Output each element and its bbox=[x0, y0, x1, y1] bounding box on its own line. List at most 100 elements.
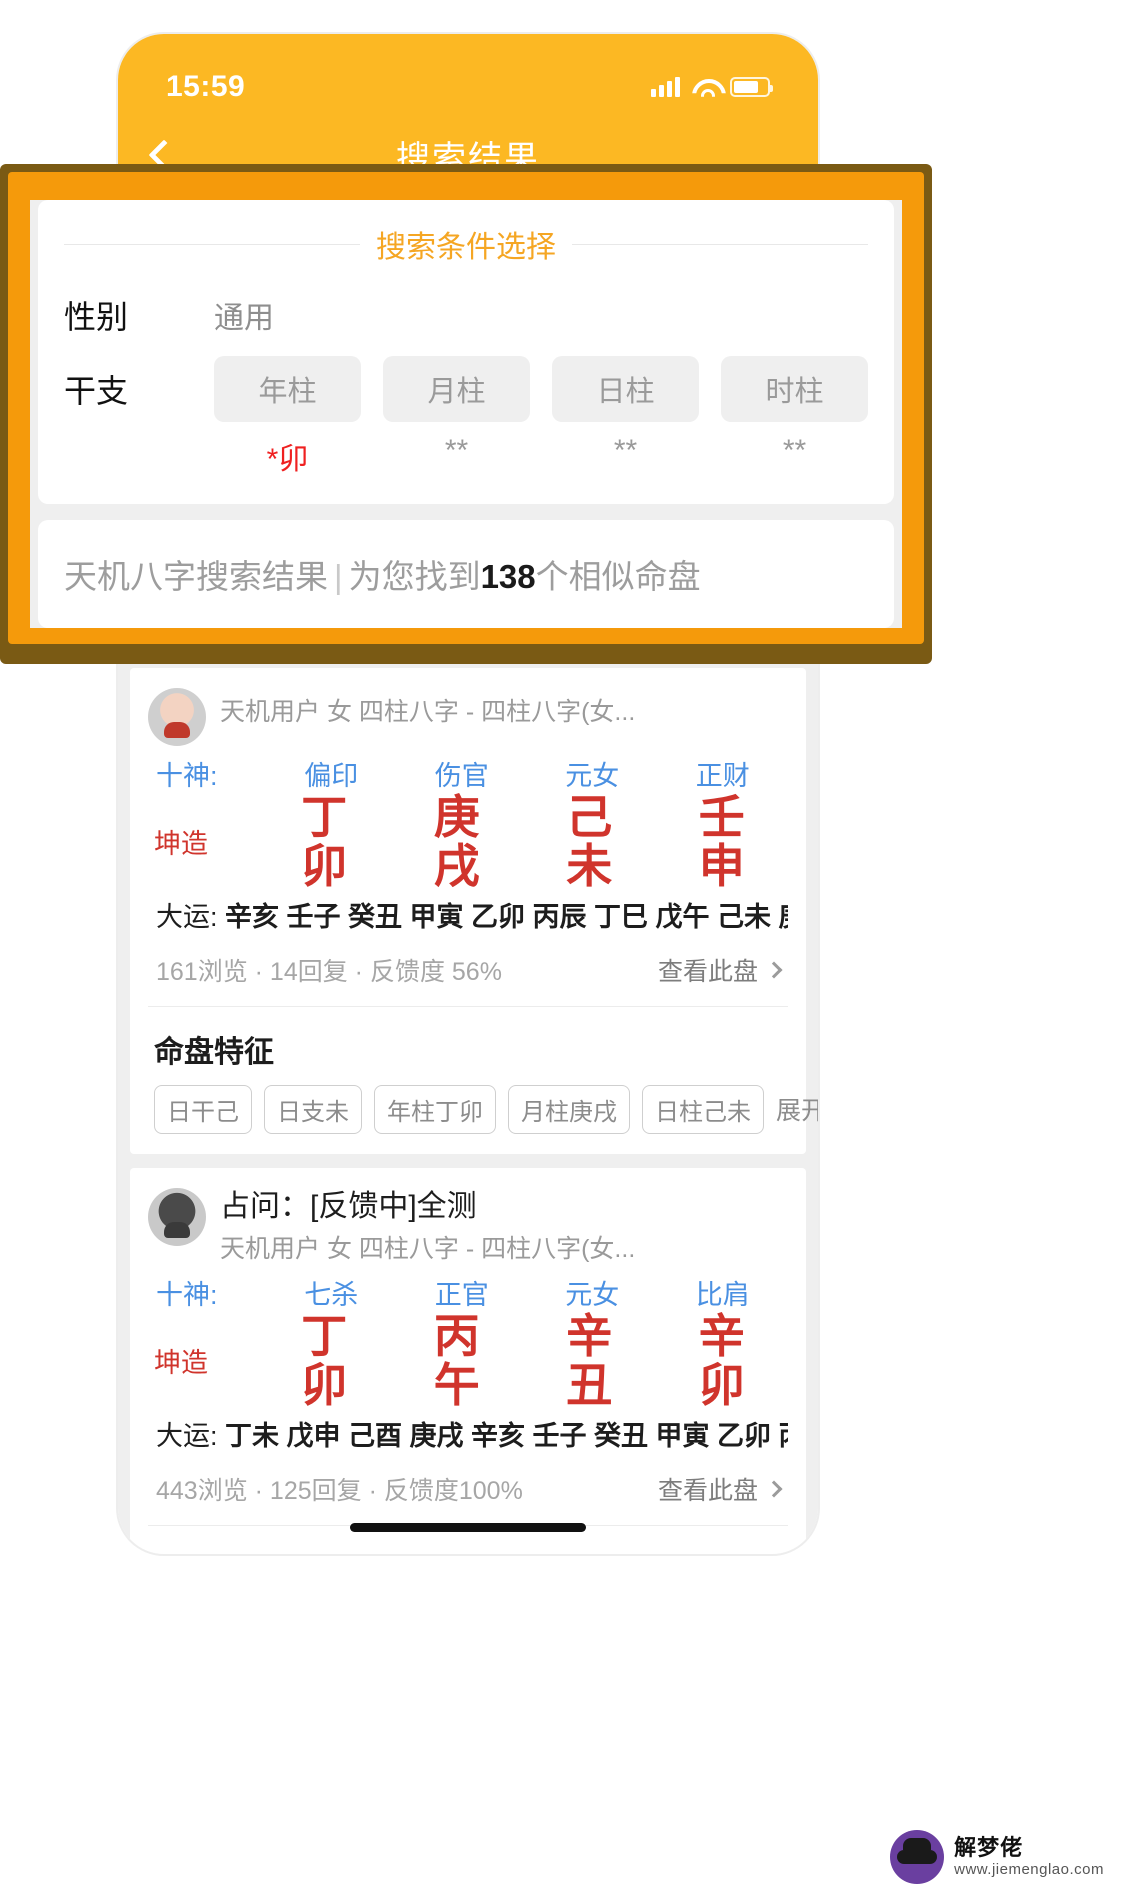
feature-tag[interactable]: 日支未 bbox=[264, 1084, 362, 1134]
features-tag-row: 日干己 日支未 年柱丁卯 月柱庚戌 日柱己未 展开 bbox=[148, 1084, 818, 1154]
search-condition-callout: 搜索条件选择 性别 通用 干支 年柱 月柱 日柱 时柱 *卯 ** ** ** … bbox=[8, 172, 924, 644]
expand-label: 展开 bbox=[776, 1097, 818, 1125]
ganzhi-row: 干支 年柱 月柱 日柱 时柱 bbox=[64, 356, 868, 422]
ganzhi-label: 干支 bbox=[64, 373, 129, 409]
search-condition-panel: 搜索条件选择 性别 通用 干支 年柱 月柱 日柱 时柱 *卯 ** ** ** bbox=[38, 200, 894, 504]
pillar-value-year[interactable]: *卯 bbox=[214, 434, 361, 478]
status-bar: 15:59 bbox=[118, 34, 818, 112]
expand-button[interactable]: 展开 bbox=[776, 1091, 818, 1127]
heavenly-stem: 辛 bbox=[566, 1310, 613, 1362]
pillar-type-label: 坤造 bbox=[154, 1348, 208, 1379]
heavenly-stem: 庚 bbox=[433, 791, 480, 843]
pillar-values-row: *卯 ** ** ** bbox=[64, 434, 868, 478]
condition-title: 搜索条件选择 bbox=[376, 231, 556, 264]
watermark: 解梦佬 www.jiemenglao.com bbox=[890, 1830, 1104, 1884]
feature-tag[interactable]: 年柱丁卯 bbox=[374, 1084, 496, 1134]
result-summary-text: 天机八字搜索结果 | 为您找到138个相似命盘 bbox=[64, 550, 868, 598]
gender-label: 性别 bbox=[64, 299, 129, 335]
card-header-texts: 占问：[反馈中]全测 天机用户 女 四柱八字 - 四柱八字(女... bbox=[220, 1188, 788, 1266]
card-stats: 161浏览 · 14回复 · 反馈度 56% bbox=[156, 957, 502, 986]
ten-god-cell: 正财 bbox=[695, 761, 750, 791]
ten-gods-label: 十神: bbox=[156, 1280, 218, 1310]
ten-god-cell: 元女 bbox=[565, 1280, 620, 1310]
pillar-column: 辛 丑 bbox=[523, 1312, 656, 1410]
features-title: 命盘特征 bbox=[154, 1035, 274, 1069]
chevron-right-icon bbox=[765, 961, 783, 978]
card-subtitle: 天机用户 女 四柱八字 - 四柱八字(女... bbox=[220, 1235, 636, 1263]
earthly-branch: 戌 bbox=[433, 839, 480, 892]
signal-bars-icon bbox=[651, 77, 680, 97]
ten-god-cell: 七杀 bbox=[304, 1280, 359, 1310]
dayun-label: 大运: bbox=[156, 901, 218, 932]
pillar-tab-hour[interactable]: 时柱 bbox=[721, 356, 868, 422]
ten-god-cell: 元女 bbox=[565, 761, 620, 791]
ten-gods-label: 十神: bbox=[156, 761, 218, 791]
home-indicator bbox=[350, 1523, 586, 1532]
heavenly-stem: 壬 bbox=[698, 791, 745, 843]
avatar bbox=[148, 688, 206, 746]
watermark-text: 解梦佬 www.jiemenglao.com bbox=[954, 1835, 1104, 1879]
screenshot-root: 15:59 搜索结果 天机用户 女 四柱八字 - 四柱八字(女... 十神: 偏… bbox=[0, 0, 1122, 1898]
watermark-logo-icon bbox=[890, 1830, 945, 1884]
ten-god-cell: 正官 bbox=[434, 1280, 489, 1310]
pillar-values-inner: *卯 ** ** ** bbox=[214, 434, 868, 478]
feature-tag[interactable]: 月柱庚戌 bbox=[508, 1084, 630, 1134]
ten-god-cell: 比肩 bbox=[695, 1280, 750, 1310]
heavenly-stem: 辛 bbox=[698, 1310, 745, 1362]
ten-gods-row: 十神: 偏印 伤官 元女 正财 bbox=[148, 754, 788, 793]
dayun-row: 大运: 辛亥 壬子 癸丑 甲寅 乙卯 丙辰 丁巳 戊午 己未 庚申 bbox=[148, 891, 788, 934]
card-header: 占问：[反馈中]全测 天机用户 女 四柱八字 - 四柱八字(女... bbox=[148, 1182, 788, 1270]
pillar-value-hour[interactable]: ** bbox=[721, 434, 868, 478]
earthly-branch: 丑 bbox=[566, 1358, 613, 1411]
wifi-icon bbox=[692, 77, 718, 97]
pillar-column: 丁 卯 bbox=[258, 793, 391, 891]
dayun-row: 大运: 丁未 戊申 己酉 庚戌 辛亥 壬子 癸丑 甲寅 乙卯 丙辰 bbox=[148, 1410, 788, 1453]
card-stats-row: 161浏览 · 14回复 · 反馈度 56% 查看此盘 bbox=[148, 936, 788, 1007]
feature-tag[interactable]: 日干己 bbox=[154, 1084, 252, 1134]
pillar-column: 丁 卯 bbox=[258, 1312, 391, 1410]
ten-god-cell: 偏印 bbox=[304, 761, 359, 791]
earthly-branch: 未 bbox=[566, 839, 613, 892]
chart-card[interactable]: 占问：[反馈中]全测 天机用户 女 四柱八字 - 四柱八字(女... 十神: 七… bbox=[130, 1167, 806, 1554]
pillar-tab-month[interactable]: 月柱 bbox=[383, 356, 530, 422]
pillar-tab-year[interactable]: 年柱 bbox=[214, 356, 361, 422]
earthly-branch: 申 bbox=[698, 839, 745, 892]
result-separator: | bbox=[334, 558, 343, 595]
ten-gods-row: 十神: 七杀 正官 元女 比肩 bbox=[148, 1273, 788, 1312]
ten-god-cell: 伤官 bbox=[434, 761, 489, 791]
view-chart-label: 查看此盘 bbox=[657, 1476, 758, 1505]
view-chart-button[interactable]: 查看此盘 bbox=[657, 1471, 783, 1507]
gender-row: 性别 通用 bbox=[64, 292, 868, 338]
card-header: 天机用户 女 四柱八字 - 四柱八字(女... bbox=[148, 682, 788, 750]
card-header-texts: 天机用户 女 四柱八字 - 四柱八字(女... bbox=[220, 688, 788, 728]
pillar-column: 辛 卯 bbox=[656, 1312, 789, 1410]
earthly-branch: 卯 bbox=[301, 839, 348, 892]
pillar-tab-day[interactable]: 日柱 bbox=[552, 356, 699, 422]
pillar-column: 丙 午 bbox=[391, 1312, 524, 1410]
heavenly-stem: 丙 bbox=[433, 1310, 480, 1362]
view-chart-label: 查看此盘 bbox=[657, 957, 758, 986]
status-icons bbox=[651, 77, 773, 97]
result-source: 天机八字搜索结果 bbox=[64, 558, 328, 595]
chart-card[interactable]: 天机用户 女 四柱八字 - 四柱八字(女... 十神: 偏印 伤官 元女 正财 … bbox=[130, 668, 818, 1154]
card-stats-row: 443浏览 · 125回复 · 反馈度100% 查看此盘 bbox=[148, 1455, 788, 1526]
pillars-row: 坤造 丁 卯 庚 戌 己 未 壬 申 bbox=[148, 793, 788, 891]
earthly-branch: 卯 bbox=[698, 1358, 745, 1411]
chevron-right-icon bbox=[765, 1480, 783, 1497]
pillar-column: 庚 戌 bbox=[391, 793, 524, 891]
pillar-type-label: 坤造 bbox=[154, 829, 208, 860]
pillar-value-day[interactable]: ** bbox=[552, 434, 699, 478]
earthly-branch: 卯 bbox=[301, 1358, 348, 1411]
avatar bbox=[148, 1187, 206, 1246]
callout-inner: 搜索条件选择 性别 通用 干支 年柱 月柱 日柱 时柱 *卯 ** ** ** … bbox=[30, 200, 902, 628]
bazi-table: 十神: 偏印 伤官 元女 正财 坤造 丁 卯 庚 戌 己 未 壬 申 大运: 辛… bbox=[148, 750, 788, 936]
pillar-column: 壬 申 bbox=[656, 793, 789, 891]
card-title: 占问：[反馈中]全测 bbox=[220, 1189, 477, 1223]
pillar-value-month[interactable]: ** bbox=[383, 434, 530, 478]
feature-tag[interactable]: 日柱己未 bbox=[642, 1084, 764, 1134]
pillars-row: 坤造 丁 卯 丙 午 辛 丑 辛 卯 bbox=[148, 1312, 788, 1410]
divider-left bbox=[64, 243, 360, 245]
result-prefix: 为您找到 bbox=[348, 558, 481, 595]
view-chart-button[interactable]: 查看此盘 bbox=[657, 952, 783, 988]
gender-value[interactable]: 通用 bbox=[214, 293, 274, 337]
